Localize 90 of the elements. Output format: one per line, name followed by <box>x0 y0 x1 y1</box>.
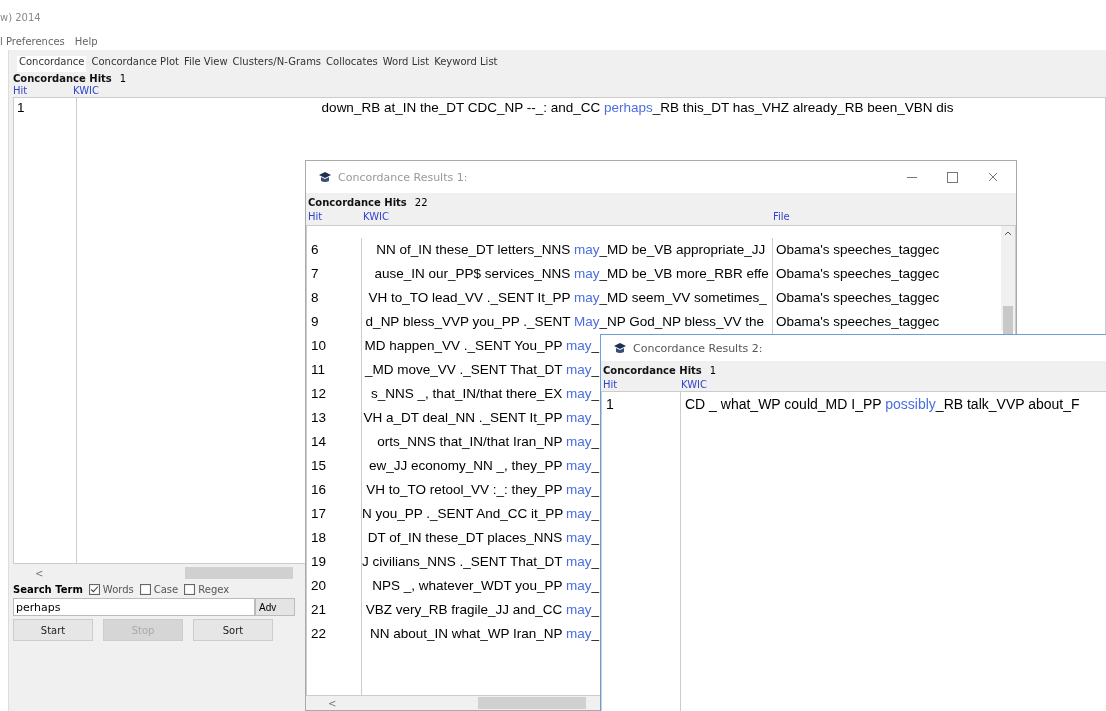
hit-number: 17 <box>311 505 328 523</box>
hit-number: 9 <box>311 313 320 331</box>
horizontal-scrollbar[interactable]: < <box>306 696 586 710</box>
file-name: Obama's speeches_taggec <box>776 265 941 283</box>
kwic-line: _MD move_VV ._SENT That_DT may_ <box>363 361 600 379</box>
kwic-line: s_NNS _, that_IN/that there_EX may_ <box>369 385 600 403</box>
hit-number: 18 <box>311 529 328 547</box>
hits-count: 1 <box>119 73 127 84</box>
kwic-line: down_RB at_IN the_DT CDC_NP --_: and_CC perhaps_RB this_DT has_VHZ already_RB been_VBN dis <box>320 99 955 117</box>
hit-number: 13 <box>311 409 328 427</box>
tab[interactable]: Word List <box>382 56 430 72</box>
kwic-line: ew_JJ economy_NN _, they_PP may_ <box>367 457 600 475</box>
hit-number: 11 <box>311 361 326 379</box>
vertical-scrollbar[interactable] <box>1001 226 1015 331</box>
hit-number: 21 <box>311 601 328 619</box>
file-name: Obama's speeches_taggec <box>776 289 941 307</box>
scroll-thumb[interactable] <box>1003 306 1013 336</box>
tab[interactable]: Collocates <box>326 56 378 72</box>
column-header[interactable]: Hit <box>603 379 681 391</box>
hit-number: 1 <box>606 395 615 414</box>
kwic-line: NPS _, whatever_WDT you_PP may_ <box>371 577 600 595</box>
hits-label: Concordance Hits <box>603 364 702 376</box>
search-field[interactable]: perhaps <box>13 598 255 616</box>
maximize-icon[interactable] <box>947 171 958 183</box>
hit-number: 7 <box>311 265 320 283</box>
kwic-line: DT of_IN these_DT places_NNS may_ <box>366 529 600 547</box>
file-name: Obama's speeches_taggec <box>776 241 941 259</box>
kwic-line: VH to_TO lead_VV ._SENT It_PP may_MD seem_VV sometimes_ <box>367 289 768 307</box>
window-title: Concordance Results 1: <box>338 170 468 184</box>
hit-number: 6 <box>311 241 320 259</box>
kwic-line: d_NP bless_VVP you_PP ._SENT May_NP God_NP bless_VV the <box>364 313 766 331</box>
menu-item[interactable]: Help <box>74 35 98 47</box>
kwic-line: N you_PP ._SENT And_CC it_PP may_ <box>362 505 600 523</box>
search-label: Search Term <box>13 583 83 595</box>
checkbox[interactable] <box>88 583 100 595</box>
checkbox-label[interactable]: Words <box>102 583 134 595</box>
window-title: Concordance Results 2: <box>633 341 763 355</box>
kwic-line: VH to_TO retool_VV :_: they_PP may_ <box>365 481 600 499</box>
checkbox-label[interactable]: Regex <box>198 583 230 595</box>
checkbox[interactable] <box>184 583 196 595</box>
kwic-line: MD happen_VV ._SENT You_PP may_ <box>363 337 600 355</box>
hits-label: Concordance Hits <box>13 73 112 84</box>
hits-count: 22 <box>414 196 428 208</box>
hit-number: 8 <box>311 289 320 307</box>
window-title: w) 2014 <box>0 11 42 25</box>
checkbox[interactable] <box>139 583 151 595</box>
tab[interactable]: File View <box>183 56 228 72</box>
tab[interactable]: Concordance <box>17 56 87 72</box>
kwic-line: J civilians_NNS ._SENT That_DT may_ <box>362 553 600 571</box>
column-header[interactable]: File <box>773 211 790 225</box>
hits-count: 1 <box>709 364 717 376</box>
close-icon[interactable] <box>988 172 998 182</box>
horizontal-scrollbar[interactable]: < <box>13 566 293 580</box>
kwic-line: orts_NNS that_IN/that Iran_NP may_ <box>376 433 600 451</box>
hit-number: 15 <box>311 457 328 475</box>
tab[interactable]: Clusters/N-Grams <box>232 56 322 72</box>
scroll-left-arrow[interactable]: < <box>13 567 185 579</box>
column-header[interactable]: KWIC <box>681 379 708 391</box>
minimize-icon[interactable] <box>907 176 917 178</box>
kwic-line: VH a_DT deal_NN ._SENT It_PP may_ <box>362 409 600 427</box>
column-header[interactable]: Hit <box>13 85 73 97</box>
kwic-line: NN about_IN what_WP Iran_NP may_ <box>368 625 600 643</box>
tab[interactable]: Concordance Plot <box>91 56 179 72</box>
kwic-line: VBZ very_RB fragile_JJ and_CC may_ <box>364 601 600 619</box>
column-header[interactable]: Hit <box>308 211 363 225</box>
tab[interactable]: Keyword List <box>434 56 498 72</box>
hit-number: 16 <box>311 481 328 499</box>
hit-number: 12 <box>311 385 328 403</box>
hits-label: Concordance Hits <box>308 196 407 208</box>
scroll-up-icon[interactable] <box>1004 230 1012 236</box>
kwic-line: ause_IN our_PP$ services_NNS may_MD be_VB more_RBR effe <box>373 265 770 283</box>
checkbox-label[interactable]: Case <box>153 583 179 595</box>
action-button[interactable]: Start <box>13 619 93 641</box>
hit-number: 22 <box>311 625 328 643</box>
menu-item[interactable]: l Preferences <box>0 35 65 47</box>
hit-number: 19 <box>311 553 328 571</box>
kwic-line: CD _ what_WP could_MD I_PP possibly_RB talk_VVP about_F <box>685 395 1080 414</box>
kwic-line: NN of_IN these_DT letters_NNS may_MD be_VB appropriate_JJ <box>375 241 767 259</box>
hit-number: 14 <box>311 433 328 451</box>
app-icon <box>613 341 627 355</box>
file-name: Obama's speeches_taggec <box>776 313 941 331</box>
hit-number: 20 <box>311 577 328 595</box>
column-header[interactable]: KWIC <box>73 85 100 97</box>
scroll-left-arrow[interactable]: < <box>306 697 478 709</box>
hit-number: 10 <box>311 337 328 355</box>
column-header[interactable]: KWIC <box>363 211 773 225</box>
hit-number: 1 <box>16 99 26 117</box>
action-button[interactable]: Sort <box>193 619 273 641</box>
app-icon <box>318 170 332 184</box>
advanced-button[interactable]: Adv <box>255 598 295 616</box>
